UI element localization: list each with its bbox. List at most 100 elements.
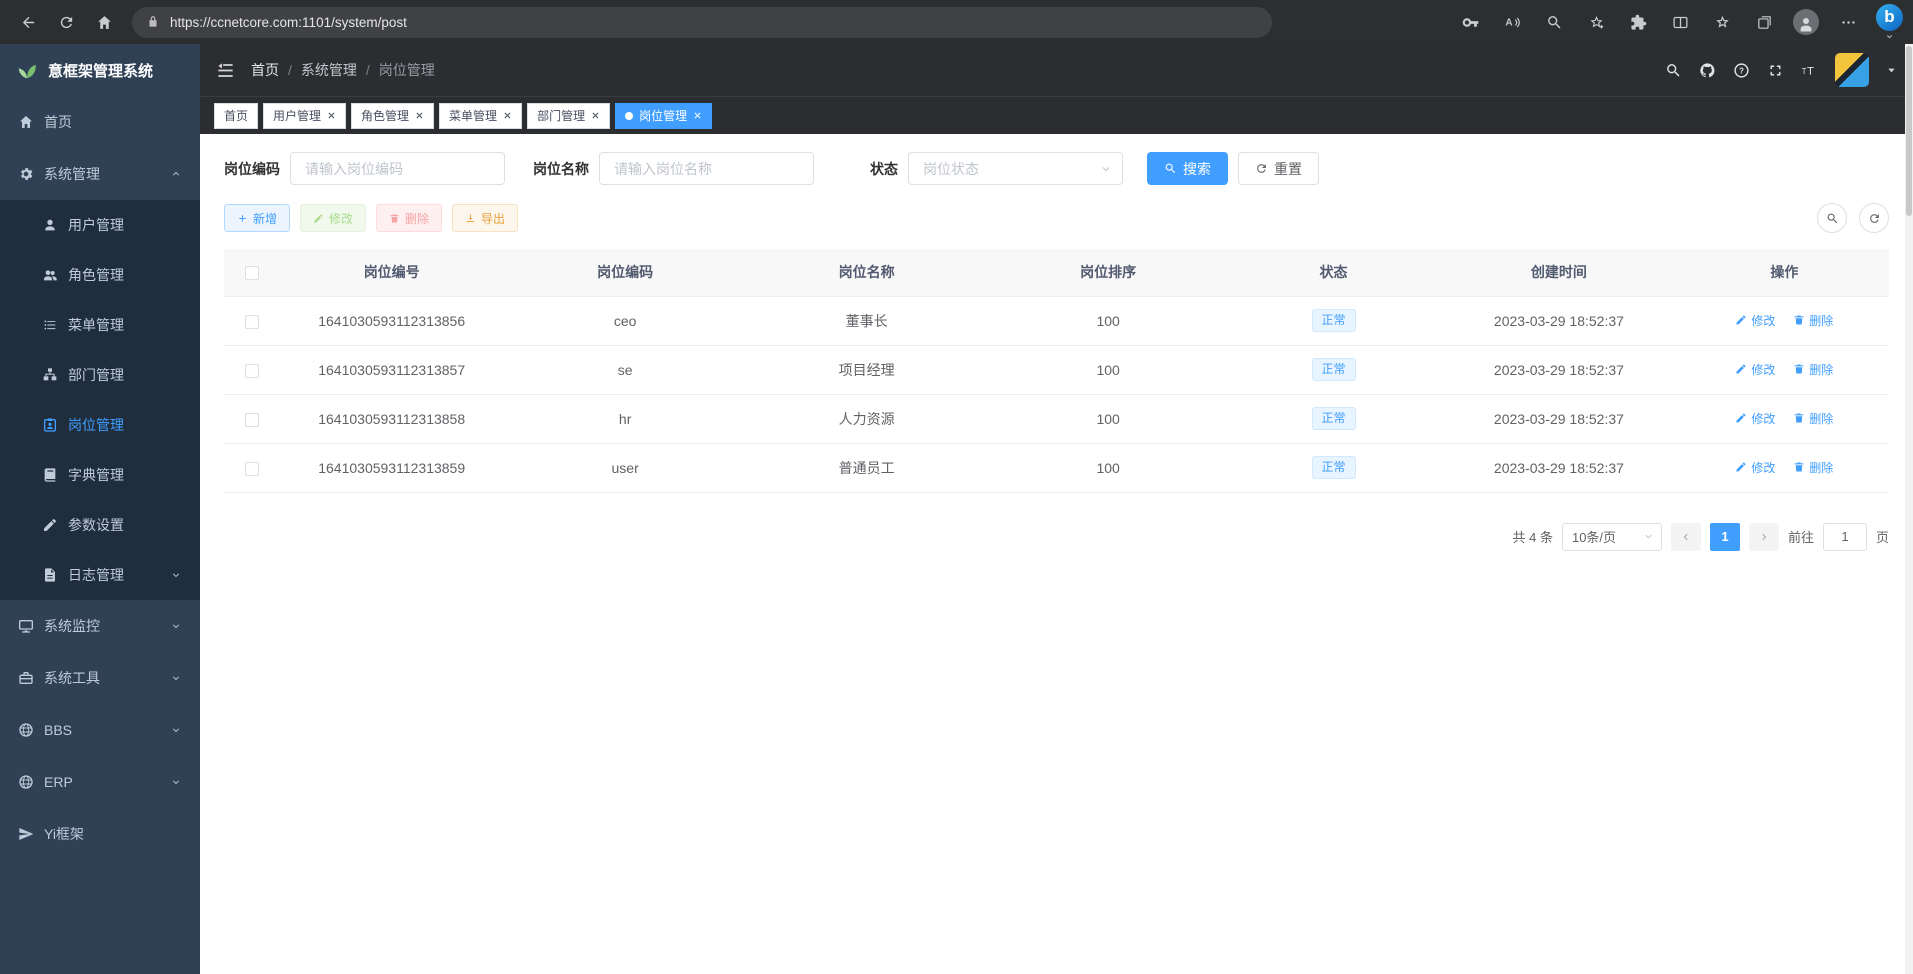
row-checkbox[interactable] xyxy=(245,315,259,329)
add-favorite-star-icon[interactable] xyxy=(1578,4,1614,40)
row-checkbox[interactable] xyxy=(245,462,259,476)
user-icon xyxy=(42,217,58,233)
breadcrumb-home[interactable]: 首页 xyxy=(251,60,279,80)
sidebar-item-erp[interactable]: ERP xyxy=(0,756,200,808)
header-search-icon[interactable] xyxy=(1665,62,1682,79)
row-checkbox[interactable] xyxy=(245,413,259,427)
zoom-icon[interactable] xyxy=(1536,4,1572,40)
refresh-table-button[interactable] xyxy=(1859,203,1889,233)
sidebar-toggle[interactable] xyxy=(216,61,235,80)
sidebar-item-post-mgmt[interactable]: 岗位管理 xyxy=(0,400,200,450)
export-button[interactable]: 导出 xyxy=(452,204,518,232)
table-row[interactable]: 1641030593112313858 hr 人力资源 100 正常 2023-… xyxy=(224,394,1889,443)
next-page-button[interactable] xyxy=(1749,523,1779,551)
breadcrumb-system-mgmt[interactable]: 系统管理 xyxy=(301,60,357,80)
avatar-dropdown-caret-icon[interactable] xyxy=(1886,65,1897,76)
sidebar-item-system-mgmt[interactable]: 系统管理 xyxy=(0,148,200,200)
sidebar-item-system-tools[interactable]: 系统工具 xyxy=(0,652,200,704)
sidebar-item-menu-mgmt[interactable]: 菜单管理 xyxy=(0,300,200,350)
col-created: 创建时间 xyxy=(1438,249,1680,296)
site-info-lock-icon[interactable] xyxy=(146,15,160,29)
tab-close-icon[interactable] xyxy=(693,111,702,120)
row-delete-button[interactable]: 删除 xyxy=(1793,410,1833,427)
page-number-button[interactable]: 1 xyxy=(1710,523,1740,551)
tab-close-icon[interactable] xyxy=(327,111,336,120)
password-key-icon[interactable] xyxy=(1452,4,1488,40)
user-avatar[interactable] xyxy=(1835,53,1869,87)
tab-close-icon[interactable] xyxy=(415,111,424,120)
row-delete-button[interactable]: 删除 xyxy=(1793,459,1833,476)
address-url[interactable]: https://ccnetcore.com:1101/system/post xyxy=(170,15,407,30)
app-logo[interactable]: 意框架管理系统 xyxy=(0,44,200,96)
tab-menu-mgmt[interactable]: 菜单管理 xyxy=(439,103,522,129)
sidebar-item-system-monitor[interactable]: 系统监控 xyxy=(0,600,200,652)
tab-post-mgmt[interactable]: 岗位管理 xyxy=(615,103,712,129)
row-delete-button[interactable]: 删除 xyxy=(1793,361,1833,378)
tab-user-mgmt[interactable]: 用户管理 xyxy=(263,103,346,129)
pagination: 共 4 条 10条/页 1 前往 页 xyxy=(224,523,1889,551)
prev-page-button[interactable] xyxy=(1671,523,1701,551)
read-aloud-icon[interactable]: A xyxy=(1494,4,1530,40)
goto-page-input[interactable] xyxy=(1823,523,1867,551)
sidebar-item-dict-mgmt[interactable]: 字典管理 xyxy=(0,450,200,500)
table-header-row: 岗位编号 岗位编码 岗位名称 岗位排序 状态 创建时间 操作 xyxy=(224,249,1889,296)
post-name-input[interactable] xyxy=(599,152,814,185)
post-code-input[interactable] xyxy=(290,152,505,185)
tab-role-mgmt[interactable]: 角色管理 xyxy=(351,103,434,129)
tab-home[interactable]: 首页 xyxy=(214,103,258,129)
tab-label: 首页 xyxy=(224,107,248,124)
reset-button[interactable]: 重置 xyxy=(1238,152,1319,185)
browser-home-button[interactable] xyxy=(86,4,122,40)
search-button[interactable]: 搜索 xyxy=(1147,152,1228,185)
sidebar-item-log-mgmt[interactable]: 日志管理 xyxy=(0,550,200,600)
table-row[interactable]: 1641030593112313857 se 项目经理 100 正常 2023-… xyxy=(224,345,1889,394)
favorites-icon[interactable] xyxy=(1704,4,1740,40)
row-checkbox[interactable] xyxy=(245,364,259,378)
row-edit-button[interactable]: 修改 xyxy=(1735,361,1775,378)
sidebar-item-dept-mgmt[interactable]: 部门管理 xyxy=(0,350,200,400)
row-edit-button[interactable]: 修改 xyxy=(1735,459,1775,476)
tab-close-icon[interactable] xyxy=(591,111,600,120)
toggle-search-button[interactable] xyxy=(1817,203,1847,233)
row-edit-button[interactable]: 修改 xyxy=(1735,312,1775,329)
help-icon[interactable]: ? xyxy=(1733,62,1750,79)
navbar-actions: ? TT xyxy=(1665,53,1897,87)
trash-icon xyxy=(389,213,400,224)
chevron-down-icon xyxy=(1643,531,1654,542)
address-bar[interactable]: https://ccnetcore.com:1101/system/post xyxy=(132,7,1272,38)
page-size-value: 10条/页 xyxy=(1572,527,1616,546)
sidebar-item-home[interactable]: 首页 xyxy=(0,96,200,148)
extensions-icon[interactable] xyxy=(1620,4,1656,40)
fullscreen-icon[interactable] xyxy=(1767,62,1784,79)
trash-icon xyxy=(1793,461,1805,473)
sidebar-item-user-mgmt[interactable]: 用户管理 xyxy=(0,200,200,250)
table-row[interactable]: 1641030593112313859 user 普通员工 100 正常 202… xyxy=(224,443,1889,492)
status-select[interactable]: 岗位状态 xyxy=(908,152,1123,185)
collections-icon[interactable] xyxy=(1746,4,1782,40)
sidebar-item-label: 系统工具 xyxy=(44,668,100,688)
sidebar-item-role-mgmt[interactable]: 角色管理 xyxy=(0,250,200,300)
browser-back-button[interactable] xyxy=(10,4,46,40)
bing-copilot-button[interactable]: b xyxy=(1876,4,1903,41)
delete-button[interactable]: 删除 xyxy=(376,204,442,232)
sidebar-item-yi-framework[interactable]: Yi框架 xyxy=(0,808,200,860)
browser-menu-icon[interactable] xyxy=(1830,4,1866,40)
row-delete-button[interactable]: 删除 xyxy=(1793,312,1833,329)
add-button[interactable]: 新增 xyxy=(224,204,290,232)
split-screen-icon[interactable] xyxy=(1662,4,1698,40)
page-size-select[interactable]: 10条/页 xyxy=(1562,523,1662,551)
edit-button[interactable]: 修改 xyxy=(300,204,366,232)
github-icon[interactable] xyxy=(1699,62,1716,79)
tab-close-icon[interactable] xyxy=(503,111,512,120)
sidebar-item-bbs[interactable]: BBS xyxy=(0,704,200,756)
scrollbar-thumb[interactable] xyxy=(1906,46,1912,216)
sidebar-item-param-settings[interactable]: 参数设置 xyxy=(0,500,200,550)
page-scrollbar[interactable] xyxy=(1905,44,1913,974)
table-row[interactable]: 1641030593112313856 ceo 董事长 100 正常 2023-… xyxy=(224,296,1889,345)
browser-refresh-button[interactable] xyxy=(48,4,84,40)
font-size-icon[interactable]: TT xyxy=(1801,62,1818,79)
browser-profile-avatar[interactable] xyxy=(1788,4,1824,40)
row-edit-button[interactable]: 修改 xyxy=(1735,410,1775,427)
select-all-checkbox[interactable] xyxy=(245,266,259,280)
tab-dept-mgmt[interactable]: 部门管理 xyxy=(527,103,610,129)
